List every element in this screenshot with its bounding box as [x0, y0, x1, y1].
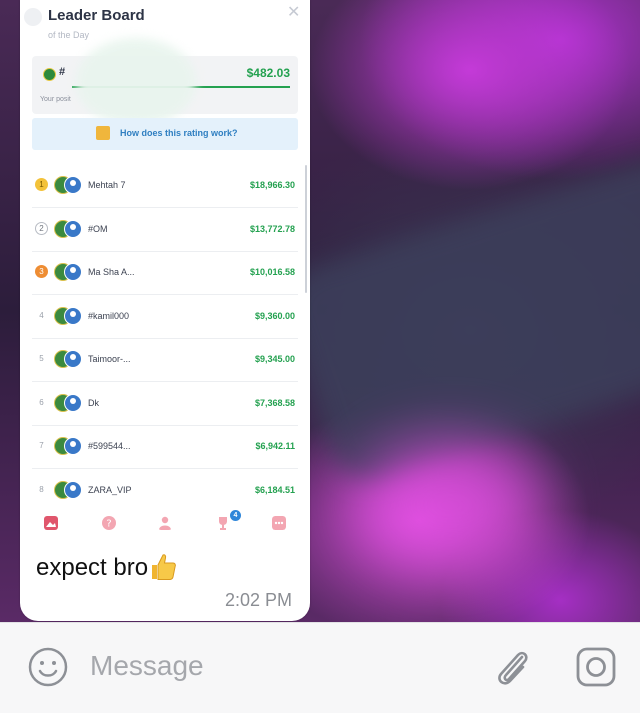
rank-badge: 1: [35, 178, 48, 191]
player-name: #599544...: [88, 441, 131, 451]
leaderboard-title: Leader Board: [48, 7, 145, 24]
my-position-label: Your posit: [40, 96, 71, 103]
player-name: Mehtah 7: [88, 180, 126, 190]
user-avatar: [64, 219, 82, 238]
message-timestamp: 2:02 PM: [224, 590, 292, 610]
player-amount: $18,966.30: [249, 180, 295, 190]
rank-badge: 4: [39, 310, 44, 320]
caption-text: expect bro: [36, 554, 149, 581]
player-amount: $6,942.11: [255, 441, 295, 451]
leaderboard-row: 1 Mehtah 7 $18,966.30: [32, 164, 298, 208]
player-amount: $7,368.58: [254, 397, 295, 408]
my-name: #: [59, 66, 66, 78]
player-name: Taimoor-...: [88, 354, 131, 364]
player-name: Ma Sha A...: [88, 267, 135, 277]
my-amount: $482.03: [246, 66, 290, 80]
player-amount: $13,772.78: [249, 223, 295, 234]
leaderboard-row: 6 Dk $7,368.58: [32, 382, 298, 426]
trophy-icon: [96, 126, 110, 140]
rank-badge: 6: [39, 397, 44, 407]
background-blur-band: [276, 150, 640, 490]
leaderboard-row: 2 #OM $13,772.78: [32, 208, 298, 252]
my-avatar: [43, 68, 56, 81]
close-icon: ✕: [287, 4, 301, 21]
background-glow: [360, 440, 540, 570]
leaderboard-subtitle: of the Day: [48, 30, 90, 40]
user-avatar: [64, 263, 82, 281]
player-amount: $9,360.00: [254, 310, 295, 321]
player-name: #kamil000: [88, 310, 130, 321]
tab-badge: 4: [230, 510, 241, 521]
camera-icon[interactable]: [576, 647, 616, 687]
thumbs-up-emoji: [152, 554, 176, 580]
bottom-tab-bar: ? 4: [20, 507, 310, 541]
user-avatar: [64, 306, 82, 325]
rank-badge: 3: [35, 265, 48, 278]
leaderboard-row: 4 #kamil000 $9,360.00: [32, 295, 298, 339]
player-amount: $6,184.51: [254, 484, 295, 495]
message-input-bar: Message: [0, 622, 640, 713]
leaderboard-screenshot: Leader Board of the Day ✕ # $482.03 Your…: [20, 0, 310, 541]
player-name: #OM: [88, 223, 108, 234]
help-icon: ?: [102, 516, 116, 530]
player-amount: $9,345.00: [254, 354, 295, 364]
rank-badge: 8: [39, 484, 44, 494]
leaderboard-row: 7 #599544... $6,942.11: [32, 425, 298, 469]
player-name: ZARA_VIP: [88, 484, 132, 495]
leaderboard-row: 3 Ma Sha A... $10,016.58: [32, 251, 298, 295]
leaderboard-avatar: [24, 8, 42, 26]
user-avatar: [64, 393, 82, 412]
user-avatar: [64, 437, 82, 455]
trophy-tab-icon: [219, 517, 227, 530]
rank-badge: 7: [39, 441, 44, 450]
rank-badge: 2: [35, 221, 48, 235]
message-caption: expect bro: [36, 552, 178, 582]
player-name: Dk: [88, 397, 99, 408]
image-icon: [44, 516, 58, 530]
redaction-smudge: [76, 38, 196, 126]
more-icon: [272, 516, 286, 530]
leaderboard-row: 8 ZARA_VIP $6,184.51: [32, 469, 298, 513]
how-rating-works-text: How does this rating work?: [120, 128, 238, 138]
paperclip-icon[interactable]: [492, 645, 532, 689]
leaderboard-row: 5 Taimoor-... $9,345.00: [32, 338, 298, 382]
user-avatar: [64, 176, 82, 194]
svg-text:?: ?: [106, 519, 111, 530]
user-avatar: [64, 480, 82, 499]
message-bubble[interactable]: Leader Board of the Day ✕ # $482.03 Your…: [20, 0, 310, 621]
user-avatar: [64, 350, 82, 368]
scrollbar: [305, 165, 307, 293]
message-input[interactable]: Message: [90, 650, 204, 682]
user-icon: [159, 516, 171, 530]
player-amount: $10,016.58: [249, 267, 295, 277]
how-rating-works-banner: How does this rating work?: [32, 118, 298, 150]
rank-badge: 5: [39, 354, 44, 363]
smiley-icon[interactable]: [28, 647, 68, 687]
